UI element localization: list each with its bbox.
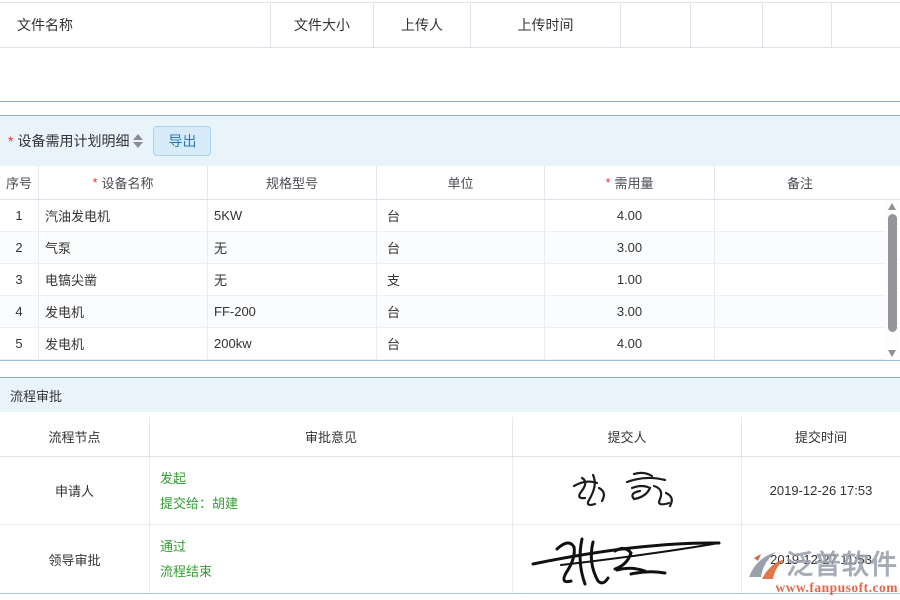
cell-seq: 2 <box>0 232 39 263</box>
approval-table: 流程节点 审批意见 提交人 提交时间 申请人 发起 提交给：胡建 <box>0 417 900 593</box>
cell-note <box>715 264 885 295</box>
cell-note <box>715 296 885 327</box>
attachments-table-header: 文件名称 文件大小 上传人 上传时间 <box>0 2 900 48</box>
required-asterisk: * <box>605 175 610 190</box>
signature-hujian-image <box>513 525 742 593</box>
approval-opinion: 通过 流程结束 <box>150 525 513 593</box>
approval-opinion: 发起 提交给：胡建 <box>150 457 513 524</box>
cell-unit: 台 <box>377 296 545 327</box>
cell-name: 电镐尖凿 <box>39 264 208 295</box>
approval-time: 2019-12-27 11:53 <box>742 525 900 593</box>
cell-unit: 台 <box>377 232 545 263</box>
attachments-col-empty-2 <box>691 3 763 47</box>
signature-zhangjia-image <box>513 457 742 524</box>
cell-name: 气泵 <box>39 232 208 263</box>
cell-unit: 台 <box>377 328 545 359</box>
opinion-line: 提交给：胡建 <box>160 491 238 516</box>
equipment-col-unit: 单位 <box>377 166 545 199</box>
table-row: 1 汽油发电机 5KW 台 4.00 <box>0 200 900 232</box>
approval-section-header: 流程审批 <box>0 377 900 412</box>
opinion-line: 通过 <box>160 534 186 559</box>
cell-name: 汽油发电机 <box>39 200 208 231</box>
cell-qty: 3.00 <box>545 232 715 263</box>
cell-seq: 5 <box>0 328 39 359</box>
cell-note <box>715 200 885 231</box>
equipment-col-name: *设备名称 <box>39 166 208 199</box>
equipment-table-header: 序号 *设备名称 规格型号 单位 *需用量 备注 <box>0 166 900 200</box>
cell-qty: 4.00 <box>545 200 715 231</box>
export-button[interactable]: 导出 <box>153 126 211 156</box>
attachments-section-divider <box>0 101 900 102</box>
approval-col-node: 流程节点 <box>0 417 150 456</box>
approval-col-submitter: 提交人 <box>513 417 742 456</box>
cell-model: 200kw <box>208 328 377 359</box>
cell-model: 无 <box>208 264 377 295</box>
table-row: 领导审批 通过 流程结束 2019-12-27 11:53 <box>0 525 900 593</box>
table-row: 3 电镐尖凿 无 支 1.00 <box>0 264 900 296</box>
cell-unit: 台 <box>377 200 545 231</box>
approval-col-time: 提交时间 <box>742 417 900 456</box>
approval-node: 领导审批 <box>0 525 150 593</box>
equipment-table: 序号 *设备名称 规格型号 单位 *需用量 备注 1 汽油发电机 5KW 台 4… <box>0 166 900 360</box>
attachments-col-uploader: 上传人 <box>374 3 471 47</box>
cell-seq: 4 <box>0 296 39 327</box>
equipment-table-scrollbar[interactable] <box>886 200 899 360</box>
scroll-up-icon[interactable] <box>888 203 896 210</box>
cell-note <box>715 328 885 359</box>
cell-name: 发电机 <box>39 328 208 359</box>
scrollbar-thumb[interactable] <box>888 214 897 332</box>
table-row: 5 发电机 200kw 台 4.00 <box>0 328 900 360</box>
required-asterisk: * <box>92 175 97 190</box>
attachments-col-filename: 文件名称 <box>0 3 271 47</box>
cell-note <box>715 232 885 263</box>
scroll-down-icon[interactable] <box>888 350 896 357</box>
table-row: 申请人 发起 提交给：胡建 2019-12-26 17:53 <box>0 457 900 525</box>
approval-time: 2019-12-26 17:53 <box>742 457 900 524</box>
table-row: 4 发电机 FF-200 台 3.00 <box>0 296 900 328</box>
cell-model: FF-200 <box>208 296 377 327</box>
required-asterisk: * <box>8 133 13 149</box>
cell-unit: 支 <box>377 264 545 295</box>
equipment-section-title: 设备需用计划明细 <box>17 131 129 151</box>
equipment-col-note: 备注 <box>715 166 885 199</box>
cell-qty: 4.00 <box>545 328 715 359</box>
opinion-line: 发起 <box>160 466 186 491</box>
cell-qty: 1.00 <box>545 264 715 295</box>
attachments-col-empty-3 <box>763 3 832 47</box>
approval-col-opinion: 审批意见 <box>150 417 513 456</box>
approval-table-header: 流程节点 审批意见 提交人 提交时间 <box>0 417 900 457</box>
approval-table-bottom-border <box>0 593 900 594</box>
approval-section-title: 流程审批 <box>10 386 62 405</box>
equipment-col-model: 规格型号 <box>208 166 377 199</box>
equipment-table-bottom-border <box>0 360 900 361</box>
cell-name: 发电机 <box>39 296 208 327</box>
equipment-col-qty: *需用量 <box>545 166 715 199</box>
equipment-section-header: * 设备需用计划明细 导出 <box>0 115 900 166</box>
equipment-col-seq: 序号 <box>0 166 39 199</box>
approval-node: 申请人 <box>0 457 150 524</box>
opinion-line: 流程结束 <box>160 559 212 584</box>
attachments-col-empty-1 <box>621 3 691 47</box>
attachments-col-filesize: 文件大小 <box>271 3 374 47</box>
sort-arrows-icon[interactable] <box>133 134 143 148</box>
cell-model: 无 <box>208 232 377 263</box>
cell-seq: 1 <box>0 200 39 231</box>
cell-model: 5KW <box>208 200 377 231</box>
page: 文件名称 文件大小 上传人 上传时间 * 设备需用计划明细 导出 序号 *设备名… <box>0 0 900 600</box>
table-row: 2 气泵 无 台 3.00 <box>0 232 900 264</box>
attachments-col-empty-4 <box>832 3 900 47</box>
attachments-col-uploadtime: 上传时间 <box>471 3 621 47</box>
cell-seq: 3 <box>0 264 39 295</box>
cell-qty: 3.00 <box>545 296 715 327</box>
